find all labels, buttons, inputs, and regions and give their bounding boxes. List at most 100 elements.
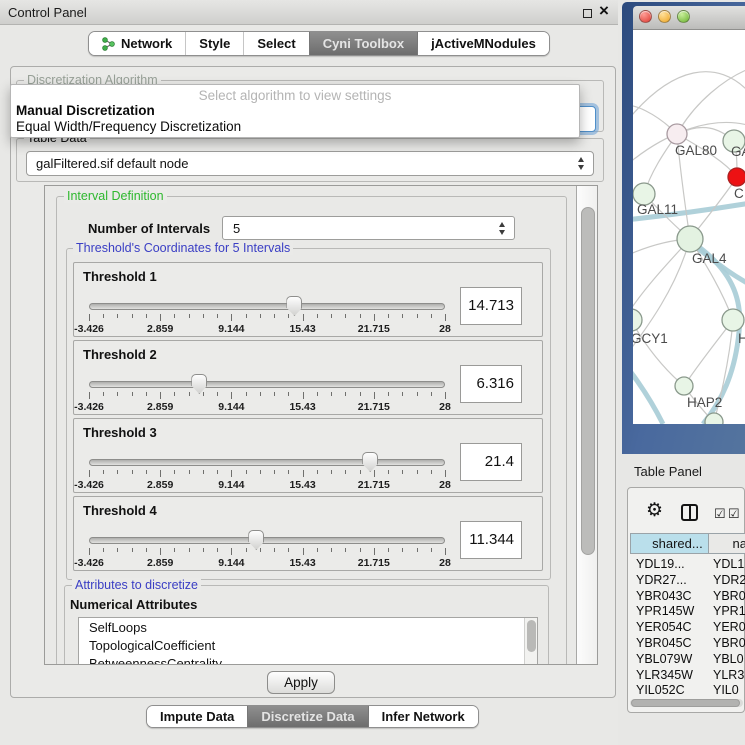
slider-thumb[interactable] [286,296,302,316]
slider-track[interactable] [89,303,445,310]
slider-tick-label: 21.715 [358,323,390,335]
slider-tick [274,470,275,474]
threshold-row-1: Threshold 1-3.4262.8599.14415.4321.71528… [73,262,543,337]
column-header-name[interactable]: na [709,533,745,554]
tab-select[interactable]: Select [243,32,308,55]
slider-track[interactable] [89,537,445,544]
apply-button[interactable]: Apply [267,671,335,694]
table-row[interactable]: YIL052CYIL0 [630,683,745,695]
slider-tick [132,548,133,552]
slider-tick-label: -3.426 [74,557,104,569]
network-node-red-node[interactable] [728,168,745,186]
threshold-value-field[interactable]: 14.713 [460,287,522,325]
algorithm-option[interactable]: Equal Width/Frequency Discretization [16,119,241,134]
table-hscrollbar-thumb[interactable] [631,699,740,707]
cell-name: YBR0 [710,636,745,652]
slider-tick [246,470,247,474]
list-item[interactable]: BetweennessCentrality [79,654,537,665]
table-data-combobox[interactable]: galFiltered.sif default node [26,151,594,176]
slider-tick [217,314,218,318]
network-node-GCY1[interactable] [633,309,642,331]
network-node-H-node[interactable] [722,309,744,331]
slider-tick [117,470,118,474]
list-item[interactable]: TopologicalCoefficient [79,636,537,654]
viewport-scrollbar[interactable] [576,186,598,664]
table-row[interactable]: YBR043CYBR0 [630,589,745,605]
slider-tick [217,470,218,474]
minimize-traffic-light-icon[interactable] [658,10,671,23]
slider-track[interactable] [89,381,445,388]
slider-tick [388,548,389,552]
network-node-HAP2[interactable] [675,377,693,395]
number-of-intervals-spinner[interactable]: 5 [222,216,515,240]
tab-cyni-toolbox[interactable]: Cyni Toolbox [309,32,417,55]
table-row[interactable]: YER054CYER0 [630,620,745,636]
table-row[interactable]: YBL079WYBL0 [630,652,745,668]
tab-network[interactable]: Network [89,32,185,55]
slider-tick [274,548,275,552]
top-tab-bar: Network StyleSelectCyni ToolboxjActiveMNo… [88,31,550,56]
checkbox-icon[interactable]: ☑ [714,506,726,522]
bottom-tab-discretize-data[interactable]: Discretize Data [247,706,367,727]
threshold-label: Threshold 2 [83,347,157,362]
close-icon[interactable]: × [599,1,609,21]
slider-tick [431,392,432,396]
slider-tick-label: 9.144 [218,479,244,491]
cell-shared-name: YBR043C [630,589,710,605]
network-window-titlebar [633,6,745,30]
tab-label: Network [121,36,172,51]
network-canvas[interactable]: GAL80GACGAL11GAL4GCY1HHAP2 [633,30,745,424]
cell-shared-name: YER054C [630,620,710,636]
table-row[interactable]: YLR345WYLR3 [630,668,745,684]
slider-tick [160,392,161,399]
columns-icon[interactable] [681,504,698,521]
slider-tick-label: 21.715 [358,557,390,569]
table-header: shared... na [630,533,745,554]
numerical-attributes-label: Numerical Attributes [70,597,197,612]
threshold-value-field[interactable]: 21.4 [460,443,522,481]
network-node-GAL4[interactable] [677,226,703,252]
slider-thumb[interactable] [248,530,264,550]
slider-tick-label: 15.43 [289,479,315,491]
network-icon [102,37,115,51]
slider-tick [103,548,104,552]
slider-thumb[interactable] [362,452,378,472]
network-node-GAL80[interactable] [667,124,687,144]
numerical-attributes-list[interactable]: SelfLoopsTopologicalCoefficientBetweenne… [78,617,538,665]
table-row[interactable]: YPR145WYPR1 [630,604,745,620]
threshold-value-field[interactable]: 11.344 [460,521,522,559]
list-item[interactable]: SelfLoops [79,618,537,636]
slider-track[interactable] [89,459,445,466]
slider-tick [89,392,90,399]
table-row[interactable]: YDR27...YDR2 [630,573,745,589]
algorithm-option[interactable]: Manual Discretization [16,103,155,118]
slider-tick [374,470,375,477]
bottom-tab-infer-network[interactable]: Infer Network [368,706,478,727]
slider-tick [231,548,232,555]
control-panel: Control Panel × NetworkStyleSelectCyni T… [0,0,618,745]
zoom-traffic-light-icon[interactable] [677,10,690,23]
slider-tick-label: 15.43 [289,557,315,569]
table-row[interactable]: YDL19...YDL1 [630,557,745,573]
slider-tick [274,392,275,396]
tab-jactivemnodules[interactable]: jActiveMNodules [417,32,549,55]
tab-style[interactable]: Style [185,32,243,55]
slider-thumb[interactable] [191,374,207,394]
float-window-icon[interactable] [583,9,592,18]
column-header-shared-name[interactable]: shared... [630,533,709,554]
slider-tick [303,392,304,399]
node-label-GCY1: GCY1 [633,331,668,346]
threshold-value-field[interactable]: 6.316 [460,365,522,403]
slider-tick [288,314,289,318]
bottom-tab-impute-data[interactable]: Impute Data [147,706,247,727]
list-scrollbar[interactable] [524,618,537,664]
table-horizontal-scrollbar[interactable] [630,699,743,707]
viewport-scrollbar-thumb[interactable] [581,207,595,555]
gear-icon[interactable]: ⚙ [646,501,663,520]
list-scrollbar-thumb[interactable] [527,620,536,652]
checkbox-icon[interactable]: ☑ [728,506,740,522]
close-traffic-light-icon[interactable] [639,10,652,23]
table-row[interactable]: YBR045CYBR0 [630,636,745,652]
slider-tick-label: 9.144 [218,557,244,569]
cell-shared-name: YIL052C [630,683,710,695]
